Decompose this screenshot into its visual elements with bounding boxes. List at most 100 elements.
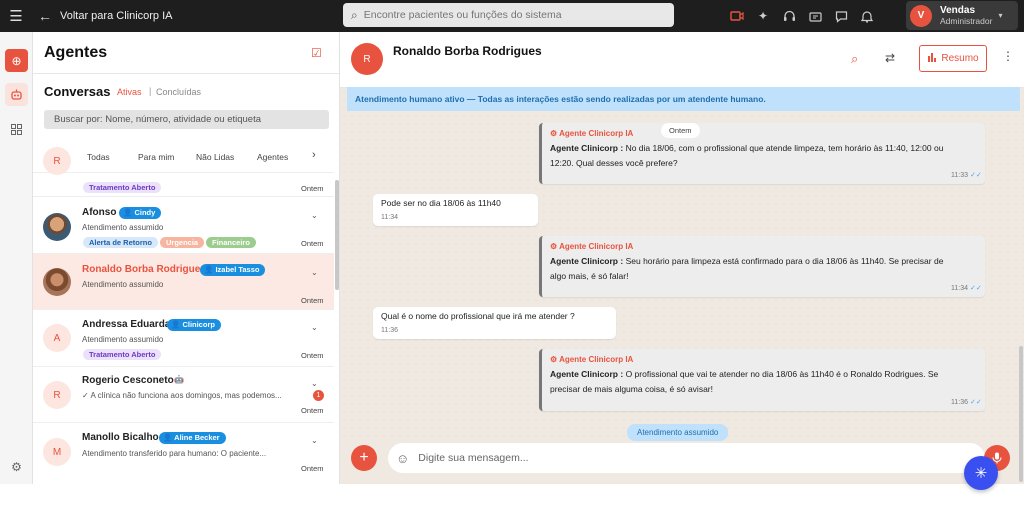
chat-scrollbar[interactable] [1019,346,1023,482]
conversation-item[interactable]: M Manollo Bicalho 👤 Aline Becker ⌄ Atend… [33,423,334,484]
status-chip: Atendimento assumido [627,424,729,441]
message-field[interactable]: ☺ [388,443,985,473]
conversations-panel: Agentes ☑ Conversas Ativas | Concluídas … [33,32,340,484]
bell-icon[interactable] [860,9,874,23]
robot-icon[interactable] [5,83,28,106]
conversation-preview-text: A clínica não funciona aos domingos, mas… [90,391,282,400]
bot-message: ⚙ Agente Clinicorp IA Agente Clinicorp :… [539,349,985,411]
conversation-item[interactable]: R Rogerio Cesconeto 🤖 ⌄ ✓ A clínica não … [33,367,334,423]
user-name: Vendas [940,4,976,16]
chevron-down-icon[interactable]: ⌄ [311,323,318,332]
message-time: 11:36 ✓✓ [951,398,982,406]
tag: Alerta de Retorno [83,237,158,248]
contact-avatar [43,268,71,296]
headset-icon[interactable] [782,9,796,23]
tag: Tratamento Aberto [83,349,162,360]
chat-icon[interactable] [834,9,848,23]
bot-header: ⚙ Agente Clinicorp IA [550,129,633,138]
summary-button[interactable]: Resumo [919,45,987,72]
more-options-icon[interactable]: ⋮ [1002,49,1014,63]
user-menu[interactable]: V Vendas Administrador ▾ [906,1,1018,30]
settings-gear-icon[interactable]: ⚙ [5,455,28,478]
contact-name: Andressa Eduarda [82,319,171,330]
message-time-label: 11:33 [951,172,968,179]
global-search[interactable]: ⌕ [343,3,674,27]
agent-badge-label: Aline Becker [174,433,220,442]
conversation-search-input[interactable] [44,110,329,129]
conversation-item[interactable]: R Tratamento Aberto Ontem [33,147,334,197]
top-bar-actions: ✦ [730,0,874,32]
video-camera-icon[interactable] [730,9,744,23]
contact-avatar: M [43,438,71,466]
back-arrow-icon[interactable]: ← [38,8,52,24]
message-line: algo mais, é só falar! [550,270,629,281]
chevron-down-icon[interactable]: ⌄ [311,211,318,220]
filter-separator: | [149,86,152,96]
contact-avatar: R [43,381,71,409]
contact-name: Manollo Bicalho [82,432,159,443]
read-check-icon: ✓✓ [969,285,982,292]
message-line: O profissional que vai te atender no dia… [625,369,939,379]
conversation-item-selected[interactable]: Ronaldo Borba Rodrigues 👤 Izabel Tasso ⌄… [33,254,334,310]
filter-active-link[interactable]: Ativas [117,87,142,97]
double-check-icon: ✓ [82,391,89,400]
robot-icon: ⚙ [550,242,558,251]
message-text: Qual é o nome do profissional que irá me… [381,311,575,321]
bot-header: ⚙ Agente Clinicorp IA [550,242,633,251]
emoji-icon[interactable]: ☺ [396,451,409,466]
sparkle-icon[interactable]: ✦ [756,9,770,23]
message-line: Seu horário para limpeza está confirmado… [625,256,944,266]
message-sender: Agente Clinicorp : [550,143,624,153]
add-circle-icon[interactable]: ⊕ [5,49,28,72]
contact-avatar: A [43,324,71,352]
message-time: 11:33 ✓✓ [951,171,982,179]
message-input[interactable] [418,452,959,464]
global-search-input[interactable] [363,9,654,21]
chevron-down-icon: ▾ [998,11,1003,20]
tag: Financeiro [206,237,256,248]
conversation-item[interactable]: A Andressa Eduarda 👤 Clinicorp ⌄ Atendim… [33,310,334,367]
back-link[interactable]: Voltar para Clinicorp IA [60,10,173,22]
panel-title: Agentes [44,44,108,61]
robot-icon: ⚙ [550,355,558,364]
date-separator: Ontem [661,123,700,138]
conversation-time: Ontem [301,351,324,360]
checklist-filter-icon[interactable]: ☑ [311,46,322,60]
ai-assistant-sparkle-button[interactable]: ✳ [964,456,998,490]
message-time: 11:34 [381,214,398,221]
message-time: 11:34 ✓✓ [951,284,982,292]
message-text: Agente Clinicorp : Seu horário para limp… [550,254,980,283]
agent-badge: 👤 Clinicorp [167,319,221,331]
search-icon[interactable]: ⌕ [851,51,858,67]
left-rail: ⊕ ⚙ [0,32,33,484]
robot-icon: ⚙ [550,129,558,138]
bot-message: ⚙ Agente Clinicorp IA Agente Clinicorp :… [539,123,985,184]
transfer-icon[interactable]: ⇄ [885,51,895,65]
conversation-list-scrollbar[interactable] [335,180,339,290]
chevron-down-icon[interactable]: ⌄ [311,436,318,445]
read-check-icon: ✓✓ [969,172,982,179]
conversation-time: Ontem [301,239,324,248]
contact-avatar: R [43,147,71,175]
chevron-down-icon[interactable]: ⌄ [311,268,318,277]
message-sender: Agente Clinicorp : [550,256,624,266]
attach-plus-button[interactable]: + [351,445,377,471]
grid-icon[interactable] [5,118,28,141]
contact-name: Rogerio Cesconeto [82,375,174,386]
conversation-item[interactable]: Afonso 👤 Cindy ⌄ Atendimento assumido Al… [33,197,334,254]
message-text: Agente Clinicorp : O profissional que va… [550,367,980,396]
bot-header-label: Agente Clinicorp IA [559,129,634,138]
summary-button-label: Resumo [941,53,979,64]
bot-header-label: Agente Clinicorp IA [559,355,634,364]
filter-done-link[interactable]: Concluídas [156,87,201,97]
hamburger-menu-icon[interactable]: ☰ [0,7,32,25]
conversation-list: R Tratamento Aberto Ontem Afonso 👤 Cindy… [33,147,334,484]
agent-badge: 👤 Cindy [119,207,162,219]
announcement-icon[interactable] [808,9,822,23]
contact-name: Ronaldo Borba Rodrigues [82,264,206,275]
conversation-status: Atendimento assumido [82,223,164,232]
message-time: 11:36 [381,327,398,334]
chevron-down-icon[interactable]: ⌄ [311,379,318,388]
tag: Urgencia [160,237,205,248]
message-composer: + ☺ [340,441,1024,484]
